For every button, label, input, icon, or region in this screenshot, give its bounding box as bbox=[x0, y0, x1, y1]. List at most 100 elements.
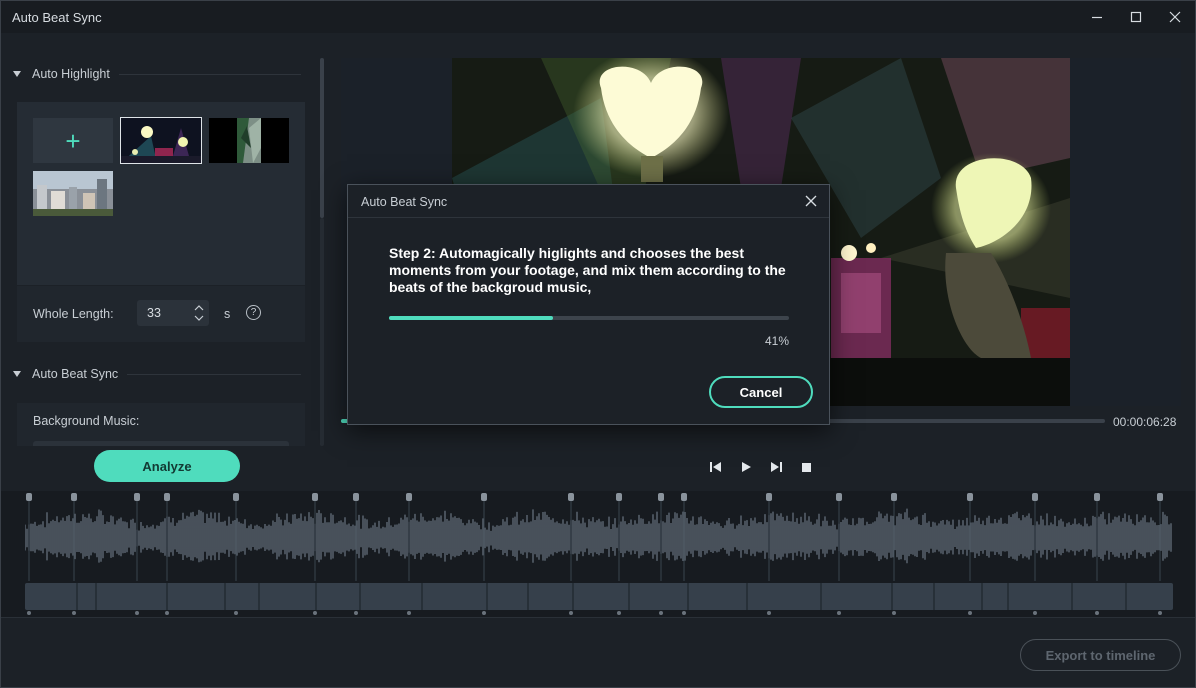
stop-button[interactable] bbox=[799, 460, 813, 474]
analyze-button[interactable]: Analyze bbox=[94, 450, 240, 482]
auto-highlight-header[interactable]: Auto Highlight bbox=[13, 65, 110, 83]
export-to-timeline-button[interactable]: Export to timeline bbox=[1020, 639, 1181, 671]
beat-marker bbox=[406, 493, 412, 501]
city-thumbnail-image bbox=[33, 171, 113, 216]
beat-marker bbox=[967, 493, 973, 501]
beat-dot bbox=[767, 611, 771, 615]
beat-marker bbox=[71, 493, 77, 501]
auto-highlight-heading: Auto Highlight bbox=[32, 67, 110, 81]
progress-percent: 41% bbox=[764, 334, 789, 348]
scrollbar-thumb[interactable] bbox=[320, 58, 324, 218]
play-button[interactable] bbox=[739, 460, 753, 474]
beat-marker bbox=[616, 493, 622, 501]
settings-panel: Auto Highlight + Whole Length: 33 s ? Au… bbox=[1, 34, 326, 446]
whole-length-row: Whole Length: 33 s ? bbox=[17, 286, 305, 342]
auto-beat-sync-window: Auto Beat Sync Auto Highlight + Whole Le… bbox=[0, 0, 1196, 688]
beat-dot bbox=[617, 611, 621, 615]
beat-marker bbox=[1094, 493, 1100, 501]
beat-dot bbox=[837, 611, 841, 615]
background-music-row: Background Music: bbox=[17, 403, 305, 446]
auto-beat-sync-heading: Auto Beat Sync bbox=[32, 367, 119, 381]
beat-dot bbox=[482, 611, 486, 615]
section-divider bbox=[119, 74, 301, 75]
media-thumbnail-palms[interactable] bbox=[209, 118, 289, 163]
progress-dialog: Auto Beat Sync Step 2: Automagically hig… bbox=[347, 184, 830, 425]
minimize-button[interactable] bbox=[1080, 1, 1114, 33]
auto-beat-sync-header[interactable]: Auto Beat Sync bbox=[13, 365, 118, 383]
beat-marker bbox=[233, 493, 239, 501]
concert-thumbnail-image bbox=[121, 118, 201, 163]
previous-frame-button[interactable] bbox=[708, 460, 722, 474]
media-bin: + bbox=[17, 102, 305, 285]
background-music-select[interactable] bbox=[33, 441, 289, 446]
beat-dot bbox=[569, 611, 573, 615]
beat-marker bbox=[568, 493, 574, 501]
clip-segments bbox=[76, 583, 1127, 610]
whole-length-label: Whole Length: bbox=[33, 307, 114, 321]
analysis-progress-fill bbox=[389, 316, 553, 320]
whole-length-value: 33 bbox=[147, 306, 161, 320]
maximize-icon bbox=[1130, 11, 1142, 23]
palms-thumbnail-image bbox=[209, 118, 289, 163]
beat-marker bbox=[1157, 493, 1163, 501]
beat-dot bbox=[968, 611, 972, 615]
maximize-button[interactable] bbox=[1119, 1, 1153, 33]
stop-icon bbox=[802, 463, 811, 472]
plus-icon: + bbox=[65, 125, 81, 156]
beat-marker bbox=[1032, 493, 1038, 501]
cancel-button[interactable]: Cancel bbox=[709, 376, 813, 408]
media-thumbnail-concert[interactable] bbox=[120, 117, 202, 164]
section-divider bbox=[127, 374, 301, 375]
beat-marker bbox=[26, 493, 32, 501]
beat-dot bbox=[313, 611, 317, 615]
beat-marker bbox=[164, 493, 170, 501]
beat-dot bbox=[234, 611, 238, 615]
beat-dot bbox=[682, 611, 686, 615]
media-thumbnail-city[interactable] bbox=[33, 171, 113, 216]
waveform-path bbox=[25, 508, 1172, 564]
background-music-label: Background Music: bbox=[33, 414, 140, 428]
minimize-icon bbox=[1092, 16, 1102, 19]
whole-length-input[interactable]: 33 bbox=[137, 300, 209, 326]
whole-length-unit: s bbox=[224, 307, 231, 321]
scrollbar-track[interactable] bbox=[320, 218, 324, 446]
beat-dot bbox=[1095, 611, 1099, 615]
beat-dot bbox=[407, 611, 411, 615]
close-icon bbox=[1169, 11, 1181, 23]
beat-marker bbox=[681, 493, 687, 501]
clip-strip bbox=[25, 583, 1173, 610]
beat-marker bbox=[312, 493, 318, 501]
dialog-divider bbox=[348, 217, 829, 218]
collapse-triangle-icon bbox=[13, 71, 21, 77]
stepper-arrows-icon[interactable] bbox=[194, 304, 204, 322]
beat-dot bbox=[27, 611, 31, 615]
beat-dot bbox=[1033, 611, 1037, 615]
close-button[interactable] bbox=[1158, 1, 1192, 33]
beat-dot bbox=[165, 611, 169, 615]
analysis-progress-bar bbox=[389, 316, 789, 320]
add-media-button[interactable]: + bbox=[33, 118, 113, 163]
step-back-icon bbox=[709, 462, 721, 472]
close-icon[interactable] bbox=[805, 195, 817, 207]
beat-dot bbox=[659, 611, 663, 615]
beat-marker bbox=[353, 493, 359, 501]
beat-dot bbox=[1158, 611, 1162, 615]
beat-marker bbox=[766, 493, 772, 501]
beat-timeline[interactable] bbox=[1, 491, 1195, 617]
title-bar: Auto Beat Sync bbox=[1, 1, 1195, 33]
bottom-bar bbox=[1, 617, 1195, 687]
beat-dot bbox=[892, 611, 896, 615]
beat-marker bbox=[891, 493, 897, 501]
beat-dot bbox=[72, 611, 76, 615]
help-icon[interactable]: ? bbox=[246, 305, 261, 320]
step-forward-icon bbox=[770, 462, 782, 472]
beat-dot bbox=[135, 611, 139, 615]
dialog-message: Step 2: Automagically higlights and choo… bbox=[389, 245, 786, 295]
next-frame-button[interactable] bbox=[769, 460, 783, 474]
beat-marker bbox=[836, 493, 842, 501]
window-title: Auto Beat Sync bbox=[12, 10, 102, 25]
beat-marker bbox=[134, 493, 140, 501]
beat-dot bbox=[354, 611, 358, 615]
dialog-title: Auto Beat Sync bbox=[361, 195, 448, 209]
timecode: 00:00:06:28 bbox=[1113, 415, 1177, 429]
